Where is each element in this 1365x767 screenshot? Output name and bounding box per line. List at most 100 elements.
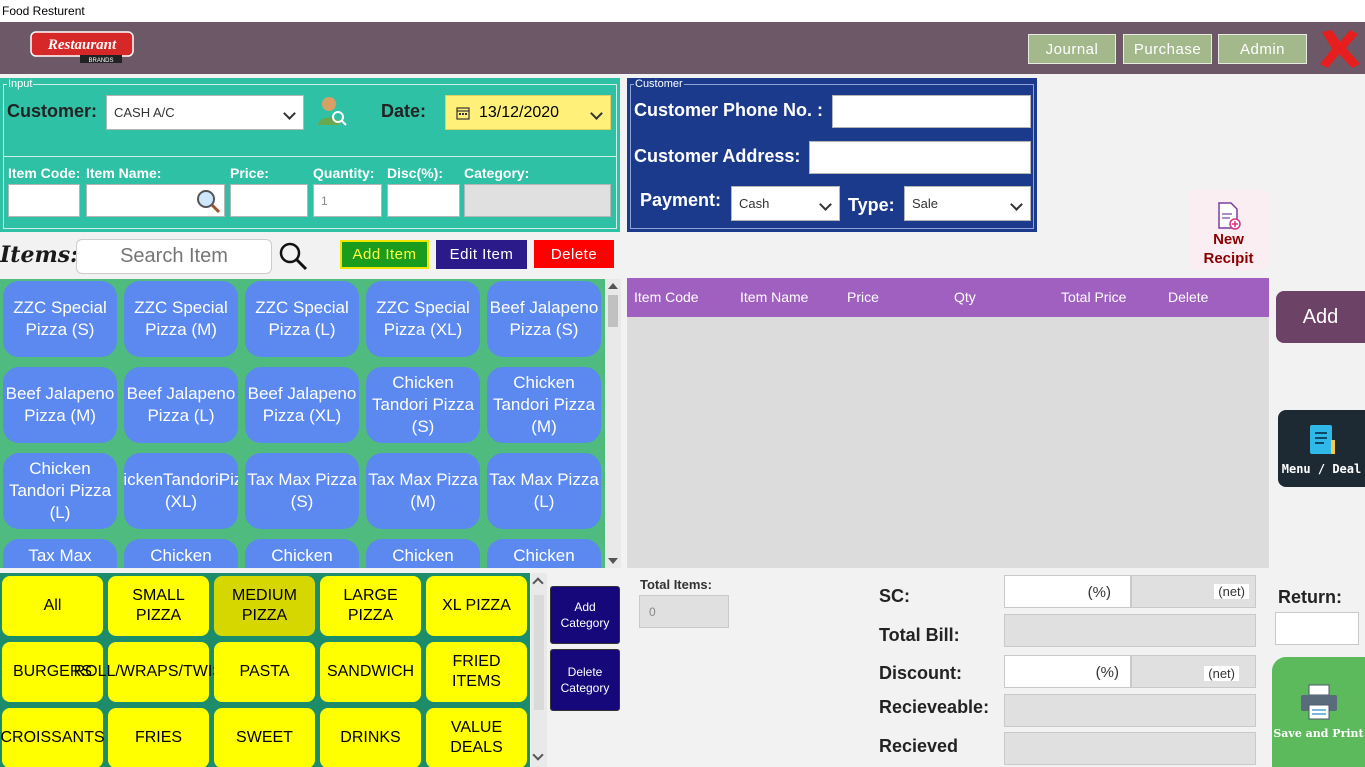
category-button[interactable]: SMALL PIZZA [108,576,209,636]
save-print-button[interactable]: Save and Print [1272,657,1365,767]
category-button[interactable]: PASTA [214,642,315,702]
category-button[interactable]: CROISSANTS [1,708,105,767]
menu-item-button[interactable]: Tax Max Pizza (L) [487,453,601,529]
address-input[interactable] [809,141,1031,174]
category-button[interactable]: DRINKS [320,708,421,767]
chevron-down-icon [1010,197,1023,211]
menu-item-button[interactable]: Tax Max [3,539,117,568]
menu-item-button[interactable]: Beef Jalapeno Pizza (S) [487,281,601,357]
scroll-thumb[interactable] [534,595,544,710]
scroll-up-icon[interactable] [608,283,618,289]
scroll-down-icon[interactable] [608,558,618,564]
customer-search-icon[interactable] [316,95,348,127]
return-label: Return: [1278,587,1342,607]
close-icon[interactable] [1316,28,1362,70]
discount-percent-unit: (%) [1095,664,1119,681]
customer-legend: Customer [634,78,684,90]
new-receipt-button[interactable]: New Recipit [1189,190,1268,270]
order-table-body[interactable] [627,317,1269,568]
printer-icon [1300,684,1337,720]
menu-item-button[interactable]: Beef Jalapeno Pizza (XL) [245,367,359,443]
category-button[interactable]: All [2,576,103,636]
category-label: Category: [464,165,530,181]
category-button[interactable]: ROLL/WRAPS/TWISTE [74,642,243,702]
category-button[interactable]: VALUE DEALS [426,708,527,767]
purchase-button[interactable]: Purchase [1123,34,1212,64]
add-category-button[interactable]: Add Category [550,586,620,644]
menu-item-button[interactable]: ChickenTandoriPizza (XL) [124,453,238,529]
menu-item-button[interactable]: Chicken Tandori Pizza (M) [487,367,601,443]
search-icon[interactable] [278,241,308,271]
item-name-input[interactable] [86,184,225,217]
add-item-button[interactable]: Add Item [340,240,429,269]
edit-item-button[interactable]: Edit Item [436,240,527,269]
phone-input[interactable] [832,95,1031,128]
price-input[interactable] [230,184,308,217]
category-button[interactable]: FRIED ITEMS [426,642,527,702]
journal-button[interactable]: Journal [1028,34,1116,64]
type-label: Type: [848,195,895,215]
menu-item-button[interactable]: Chicken [366,539,480,568]
menu-item-button[interactable]: Tax Max Pizza (S) [245,453,359,529]
category-button[interactable]: LARGE PIZZA [320,576,421,636]
category-input [464,184,611,217]
address-label: Customer Address: [634,146,801,166]
total-items-label: Total Items: [640,577,712,592]
discount-input[interactable] [387,184,460,217]
menu-item-button[interactable]: Chicken [245,539,359,568]
search-item-input[interactable] [76,239,272,274]
items-scrollbar[interactable] [605,279,621,568]
menu-item-button[interactable]: Chicken Tandori Pizza (S) [366,367,480,443]
menu-item-button[interactable]: ZZC Special Pizza (M) [124,281,238,357]
menu-item-grid: ZZC Special Pizza (S) ZZC Special Pizza (… [0,279,605,568]
category-button[interactable]: MEDIUM PIZZA [214,576,315,636]
payment-label: Payment: [640,190,722,210]
category-button[interactable]: SWEET [214,708,315,767]
add-button[interactable]: Add [1276,291,1365,343]
quantity-label: Quantity: [313,165,375,181]
discount-percent-input[interactable]: (%) [1004,655,1131,688]
type-select[interactable]: Sale [904,186,1031,221]
menu-item-button[interactable]: Beef Jalapeno Pizza (M) [3,367,117,443]
category-scrollbar[interactable] [531,573,547,767]
menu-item-button[interactable]: ZZC Special Pizza (L) [245,281,359,357]
receivable-field [1004,694,1256,727]
menu-item-button[interactable]: Beef Jalapeno Pizza (L) [124,367,238,443]
admin-button[interactable]: Admin [1218,34,1307,64]
order-table-header: Item Code Item Name Price Qty Total Price Del… [627,278,1269,317]
customer-select-value: CASH A/C [114,105,175,120]
payment-select-value: Cash [739,196,770,211]
delete-item-button[interactable]: Delete [534,240,614,268]
menu-item-button[interactable]: Chicken [124,539,238,568]
payment-select[interactable]: Cash [731,186,840,221]
sc-percent-input[interactable]: (%) [1004,575,1131,608]
received-field[interactable] [1004,732,1256,765]
total-items-value: 0 [639,595,729,628]
menu-item-button[interactable]: Tax Max Pizza (M) [366,453,480,529]
customer-label: Customer: [7,101,98,121]
price-label: Price: [230,165,269,181]
receivable-label: Recieveable: [879,697,990,717]
new-document-icon [1217,202,1241,230]
scroll-down-icon[interactable] [532,749,544,761]
scroll-thumb[interactable] [608,295,618,327]
menu-item-button[interactable]: Chicken Tandori Pizza (L) [3,453,117,529]
category-button[interactable]: FRIES [108,708,209,767]
customer-select[interactable]: CASH A/C [106,95,304,130]
category-button[interactable]: SANDWICH [320,642,421,702]
quantity-input[interactable]: 1 [313,184,382,217]
sc-label: SC: [879,586,910,606]
column-header: Total Price [1061,289,1127,305]
menu-item-button[interactable]: Chicken [487,539,601,568]
category-button[interactable]: XL PIZZA [426,576,527,636]
scroll-up-icon[interactable] [532,577,544,589]
date-picker[interactable]: 13/12/2020 [445,95,611,130]
menu-deal-button[interactable]: Menu / Deal [1278,410,1365,487]
phone-label: Customer Phone No. : [634,100,824,120]
menu-item-button[interactable]: ZZC Special Pizza (S) [3,281,117,357]
menu-item-button[interactable]: ZZC Special Pizza (XL) [366,281,480,357]
item-code-input[interactable] [8,184,80,217]
magnifier-icon[interactable] [195,188,221,214]
delete-category-button[interactable]: Delete Category [550,649,620,711]
column-header: Delete [1168,289,1209,305]
